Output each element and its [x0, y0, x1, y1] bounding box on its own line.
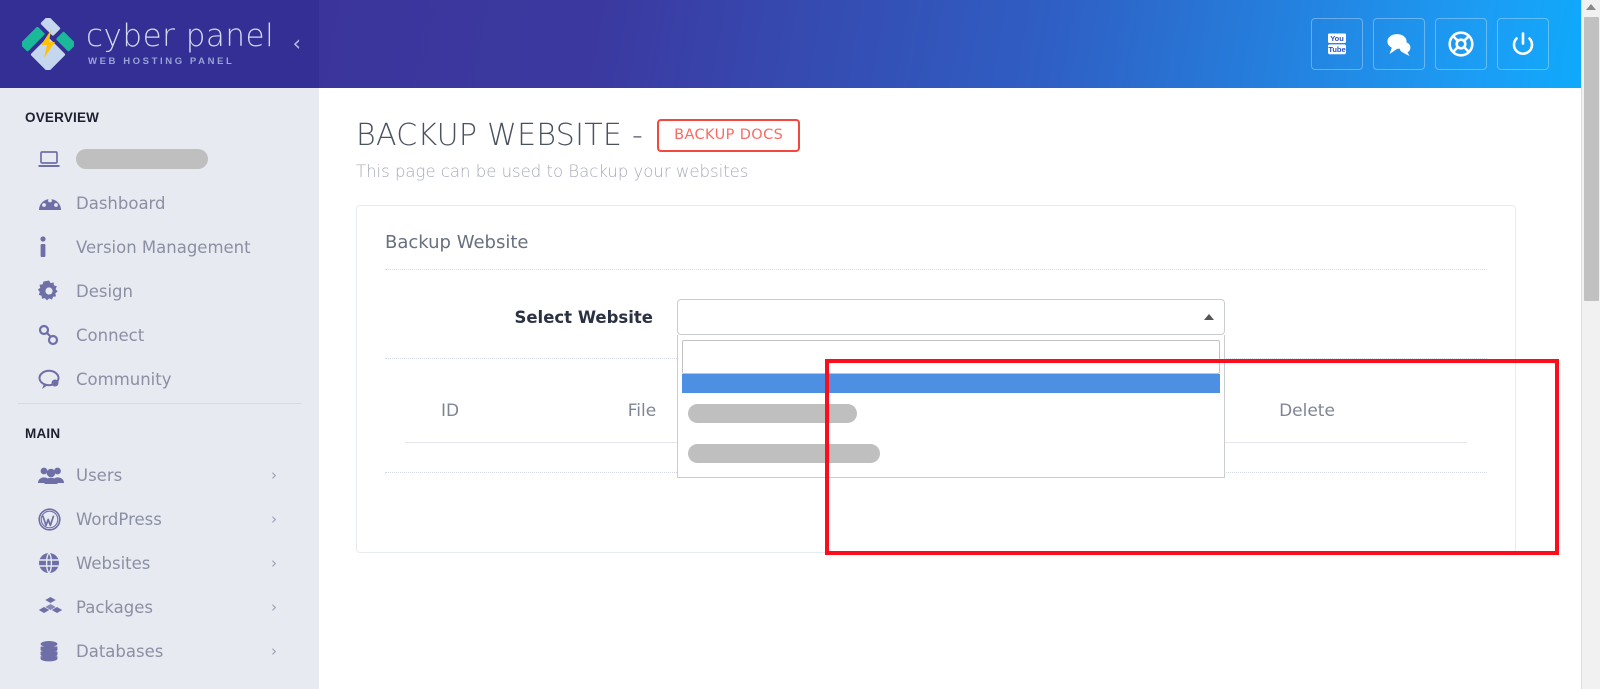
chevron-right-icon: ›	[271, 510, 277, 528]
select-website-search-input[interactable]	[682, 340, 1220, 374]
sidebar-item-community[interactable]: Community	[0, 357, 319, 401]
caret-up-icon[interactable]	[1586, 4, 1596, 10]
comments-icon	[1386, 32, 1412, 56]
select-option[interactable]	[682, 433, 1220, 473]
chevron-right-icon: ›	[271, 554, 277, 572]
sidebar-item-websites[interactable]: Websites ›	[0, 541, 319, 585]
backup-docs-button[interactable]: BACKUP DOCS	[657, 118, 801, 153]
select-option[interactable]	[682, 393, 1220, 433]
laptop-icon	[38, 149, 68, 169]
sidebar-section-overview-title: OVERVIEW	[25, 110, 100, 125]
page-header: BACKUP WEBSITE - BACKUP DOCS	[356, 118, 1535, 153]
youtube-button[interactable]: You Tube	[1311, 18, 1363, 70]
cyberpanel-app: cyber panel WEB HOSTING PANEL ‹ OVERVIEW	[0, 0, 1600, 689]
chevron-right-icon: ›	[271, 466, 277, 484]
users-icon	[38, 465, 68, 485]
vertical-scrollbar-thumb[interactable]	[1584, 17, 1599, 301]
lifebuoy-icon	[1448, 31, 1474, 57]
boxes-icon	[38, 596, 68, 618]
globe-icon	[38, 552, 68, 574]
sidebar-item-label: Connect	[76, 325, 145, 345]
select-website-form-row: Select Website	[357, 280, 1515, 478]
info-icon	[38, 236, 68, 258]
header-actions: You Tube	[1311, 18, 1549, 70]
diamond-lightning-logo	[20, 16, 76, 72]
chevron-right-icon: ›	[271, 598, 277, 616]
sidebar-item-label: Users	[76, 465, 123, 485]
sidebar-item-label: WordPress	[76, 509, 162, 529]
chat-button[interactable]	[1373, 18, 1425, 70]
page-title: BACKUP WEBSITE -	[356, 118, 644, 153]
select-option-label	[688, 403, 857, 423]
brand-title: cyber panel	[86, 18, 275, 55]
sidebar-item-dashboard[interactable]: Dashboard	[0, 181, 319, 225]
top-header-bar: You Tube	[319, 0, 1581, 88]
brand-header[interactable]: cyber panel WEB HOSTING PANEL ‹	[0, 0, 319, 88]
database-icon	[38, 640, 68, 662]
main-content: BACKUP WEBSITE - BACKUP DOCS This page c…	[319, 88, 1581, 689]
backup-website-card: Backup Website Select Website ID File De…	[356, 205, 1516, 553]
sidebar-item-label: Databases	[76, 641, 164, 661]
select-website-dropdown	[677, 299, 1225, 478]
logout-button[interactable]	[1497, 18, 1549, 70]
sidebar-section-main-title: MAIN	[25, 426, 61, 441]
brand-text: cyber panel WEB HOSTING PANEL	[86, 21, 274, 67]
vertical-scrollbar-track[interactable]	[1581, 0, 1600, 689]
page-subtitle: This page can be used to Backup your web…	[356, 162, 749, 181]
sidebar-item-connect[interactable]: Connect	[0, 313, 319, 357]
sidebar-item-packages[interactable]: Packages ›	[0, 585, 319, 629]
sidebar-item-label: Packages	[76, 597, 153, 617]
sidebar-item-design[interactable]: Design	[0, 269, 319, 313]
chevron-right-icon: ›	[271, 642, 277, 660]
card-separator	[385, 269, 1487, 270]
sidebar-item-label	[76, 149, 208, 169]
sidebar-item-label: Community	[76, 369, 172, 389]
caret-up-icon	[1204, 314, 1214, 320]
card-title: Backup Website	[385, 232, 529, 253]
brand-subtitle: WEB HOSTING PANEL	[88, 56, 235, 68]
dashboard-icon	[38, 193, 68, 213]
select-website-label: Select Website	[514, 307, 653, 327]
sidebar-item-version-management[interactable]: Version Management	[0, 225, 319, 269]
select-option-label	[688, 443, 880, 463]
power-icon	[1510, 31, 1536, 57]
chevron-left-icon[interactable]: ‹	[293, 33, 301, 55]
sidebar-item-label: Websites	[76, 553, 151, 573]
gear-icon	[38, 280, 68, 302]
sidebar-item-users[interactable]: Users ›	[0, 453, 319, 497]
sidebar-item-databases[interactable]: Databases ›	[0, 629, 319, 673]
table-column-id: ID	[440, 401, 460, 421]
select-website-trigger[interactable]	[677, 299, 1225, 335]
select-option-highlighted[interactable]	[682, 374, 1220, 393]
youtube-icon: You Tube	[1324, 31, 1350, 57]
svg-text:You: You	[1330, 34, 1344, 43]
svg-text:Tube: Tube	[1328, 45, 1345, 54]
sidebar-item-label: Version Management	[76, 237, 251, 257]
select-website-options-panel	[677, 335, 1225, 478]
sidebar: cyber panel WEB HOSTING PANEL ‹ OVERVIEW	[0, 0, 319, 689]
sidebar-item-label: Dashboard	[76, 193, 166, 213]
support-button[interactable]	[1435, 18, 1487, 70]
sidebar-item-label: Design	[76, 281, 133, 301]
chat-bubble-icon	[38, 369, 68, 389]
sidebar-item-redacted[interactable]	[0, 137, 319, 181]
sidebar-item-wordpress[interactable]: WordPress ›	[0, 497, 319, 541]
link-icon	[38, 324, 68, 346]
wordpress-icon	[38, 507, 68, 531]
